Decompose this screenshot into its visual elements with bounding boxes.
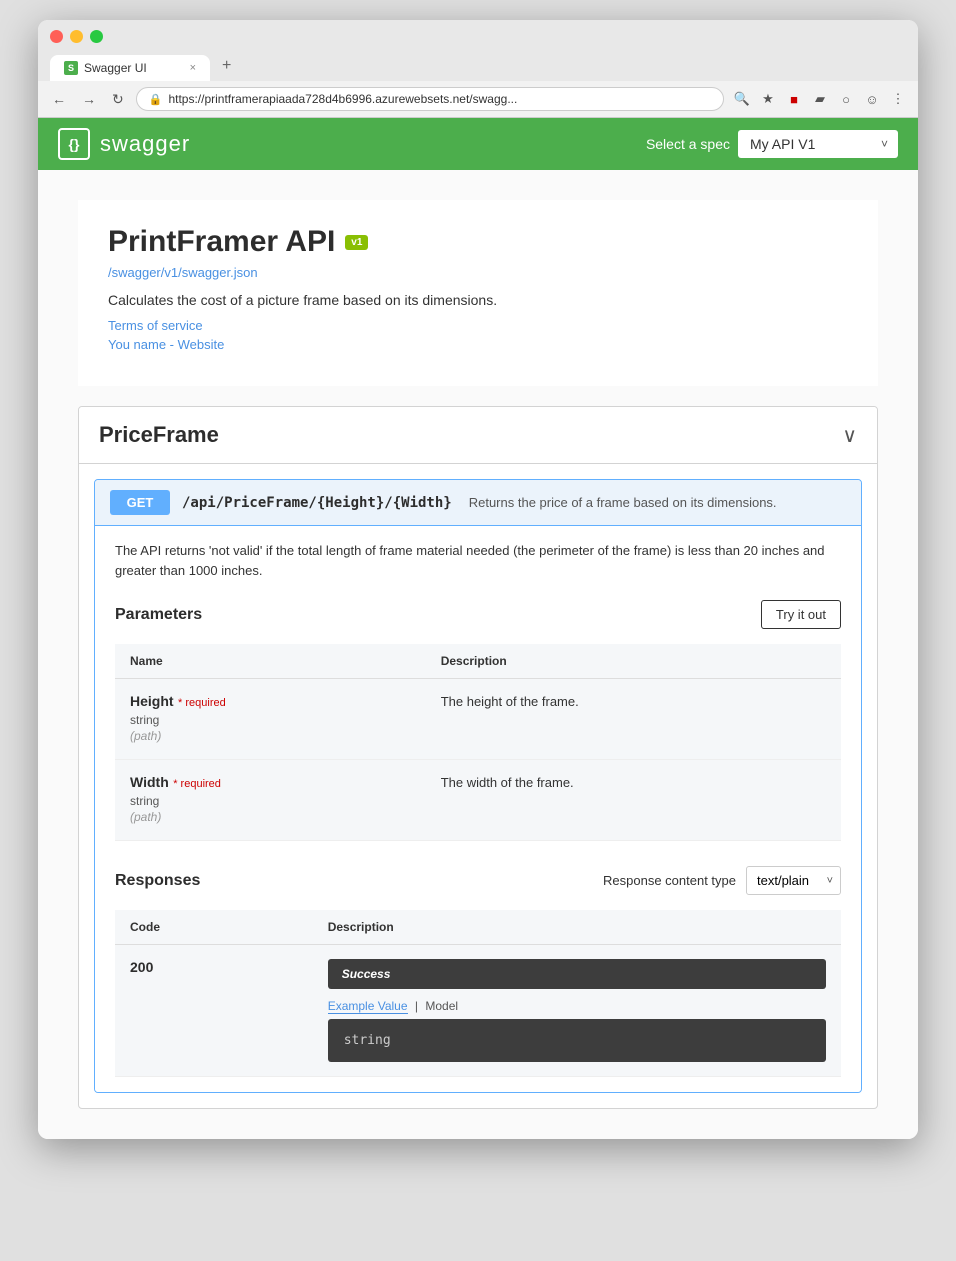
response-content-type-row: Response content type text/plain ˅: [603, 866, 841, 895]
param-description-cell: The height of the frame.: [426, 679, 841, 760]
param-type: string: [130, 794, 411, 808]
model-tab[interactable]: Model: [425, 999, 458, 1013]
api-description: Calculates the cost of a picture frame b…: [108, 292, 848, 308]
spec-label: Select a spec: [646, 136, 730, 152]
minimize-window-button[interactable]: [70, 30, 83, 43]
separator: |: [415, 999, 418, 1013]
responses-table: Code Description 200: [115, 910, 841, 1077]
maximize-window-button[interactable]: [90, 30, 103, 43]
endpoint-body: The API returns 'not valid' if the total…: [95, 525, 861, 1092]
endpoint-summary: Returns the price of a frame based on it…: [469, 495, 777, 510]
param-description-cell: The width of the frame.: [426, 760, 841, 841]
terms-of-service-link[interactable]: Terms of service: [108, 318, 848, 333]
example-value-tab[interactable]: Example Value: [328, 999, 408, 1014]
params-col-name: Name: [115, 644, 426, 679]
param-name: Height: [130, 693, 174, 709]
responses-col-description: Description: [313, 910, 841, 945]
try-it-out-button[interactable]: Try it out: [761, 600, 841, 629]
responses-col-code: Code: [115, 910, 313, 945]
search-icon[interactable]: 🔍: [732, 89, 752, 109]
spec-selector: Select a spec My API V1 ˅: [646, 130, 898, 158]
example-value-row: Example Value | Model string: [328, 999, 826, 1062]
tab-title: Swagger UI: [84, 61, 147, 75]
param-description: The height of the frame.: [441, 694, 579, 709]
api-json-link[interactable]: /swagger/v1/swagger.json: [108, 265, 848, 280]
required-label: required: [181, 778, 221, 790]
response-content-type-label: Response content type: [603, 873, 736, 888]
you-name-website-link[interactable]: You name - Website: [108, 337, 848, 352]
api-title-row: PrintFramer API v1: [108, 225, 848, 259]
browser-window: S Swagger UI × + ← → ↻ 🔒 https://printfr…: [38, 20, 918, 1139]
param-location: (path): [130, 810, 161, 824]
required-star-icon: *: [173, 778, 180, 790]
param-name: Width: [130, 774, 169, 790]
get-endpoint: GET /api/PriceFrame/{Height}/{Width} Ret…: [94, 479, 862, 1093]
browser-chrome: S Swagger UI × +: [38, 20, 918, 81]
responses-label: Responses: [115, 872, 200, 890]
success-badge: Success: [328, 959, 826, 989]
extension-icon-1[interactable]: ■: [784, 89, 804, 109]
section-chevron-icon: ∨: [842, 423, 857, 448]
required-label: required: [185, 697, 225, 709]
endpoint-path: /api/PriceFrame/{Height}/{Width}: [182, 495, 452, 511]
param-location: (path): [130, 729, 161, 743]
endpoint-description: The API returns 'not valid' if the total…: [115, 541, 841, 580]
response-code: 200: [130, 959, 153, 975]
params-col-description: Description: [426, 644, 841, 679]
url-text: https://printframerapiaada728d4b6996.azu…: [168, 92, 517, 106]
swagger-brand: {} swagger: [58, 128, 190, 160]
browser-tabs: S Swagger UI × +: [50, 51, 906, 81]
tab-close-icon[interactable]: ×: [190, 62, 196, 74]
parameters-label: Parameters: [115, 606, 202, 624]
table-row: 200 Success Example Value |: [115, 945, 841, 1077]
api-title: PrintFramer API: [108, 225, 335, 259]
address-bar-row: ← → ↻ 🔒 https://printframerapiaada728d4b…: [38, 81, 918, 118]
menu-icon[interactable]: ⋮: [888, 89, 908, 109]
address-bar[interactable]: 🔒 https://printframerapiaada728d4b6996.a…: [136, 87, 724, 111]
active-tab[interactable]: S Swagger UI ×: [50, 55, 210, 81]
param-name-cell: Height * required string (path): [115, 679, 426, 760]
api-version-badge: v1: [345, 235, 368, 250]
response-content-type-select-wrapper: text/plain ˅: [746, 866, 841, 895]
response-description-cell: Success Example Value | Model string: [313, 945, 841, 1077]
swagger-navbar: {} swagger Select a spec My API V1 ˅: [38, 118, 918, 170]
forward-button[interactable]: →: [78, 89, 100, 109]
browser-traffic-lights: [50, 30, 906, 43]
responses-header-row: Responses Response content type text/pla…: [115, 866, 841, 895]
swagger-title: swagger: [100, 131, 190, 157]
api-header: PrintFramer API v1 /swagger/v1/swagger.j…: [78, 200, 878, 386]
parameters-table: Name Description Height * required: [115, 644, 841, 841]
spec-select[interactable]: My API V1: [738, 130, 898, 158]
method-badge: GET: [110, 490, 170, 515]
param-type: string: [130, 713, 411, 727]
back-button[interactable]: ←: [48, 89, 70, 109]
swagger-content: PrintFramer API v1 /swagger/v1/swagger.j…: [38, 170, 918, 1139]
extension-icon-3[interactable]: ○: [836, 89, 856, 109]
responses-section: Responses Response content type text/pla…: [115, 866, 841, 1077]
bookmark-icon[interactable]: ★: [758, 89, 778, 109]
example-value-label: Example Value | Model: [328, 999, 826, 1013]
param-description: The width of the frame.: [441, 775, 574, 790]
priceframe-section: PriceFrame ∨ GET /api/PriceFrame/{Height…: [78, 406, 878, 1109]
response-content-type-select[interactable]: text/plain: [746, 866, 841, 895]
endpoint-section-header[interactable]: PriceFrame ∨: [79, 407, 877, 464]
section-title: PriceFrame: [99, 422, 219, 448]
parameters-header-row: Parameters Try it out: [115, 600, 841, 629]
reload-button[interactable]: ↻: [108, 89, 128, 110]
response-code-cell: 200: [115, 945, 313, 1077]
extension-icon-2[interactable]: ▰: [810, 89, 830, 109]
code-block: string: [328, 1019, 826, 1062]
swagger-logo: {}: [58, 128, 90, 160]
toolbar-icons: 🔍 ★ ■ ▰ ○ ☺ ⋮: [732, 89, 908, 109]
close-window-button[interactable]: [50, 30, 63, 43]
table-row: Height * required string (path) The heig…: [115, 679, 841, 760]
get-endpoint-header[interactable]: GET /api/PriceFrame/{Height}/{Width} Ret…: [95, 480, 861, 525]
param-name-cell: Width * required string (path): [115, 760, 426, 841]
spec-select-wrapper: My API V1 ˅: [738, 130, 898, 158]
new-tab-button[interactable]: +: [212, 51, 372, 81]
tab-favicon-icon: S: [64, 61, 78, 75]
lock-icon: 🔒: [149, 93, 163, 106]
table-row: Width * required string (path) The width…: [115, 760, 841, 841]
account-icon[interactable]: ☺: [862, 89, 882, 109]
